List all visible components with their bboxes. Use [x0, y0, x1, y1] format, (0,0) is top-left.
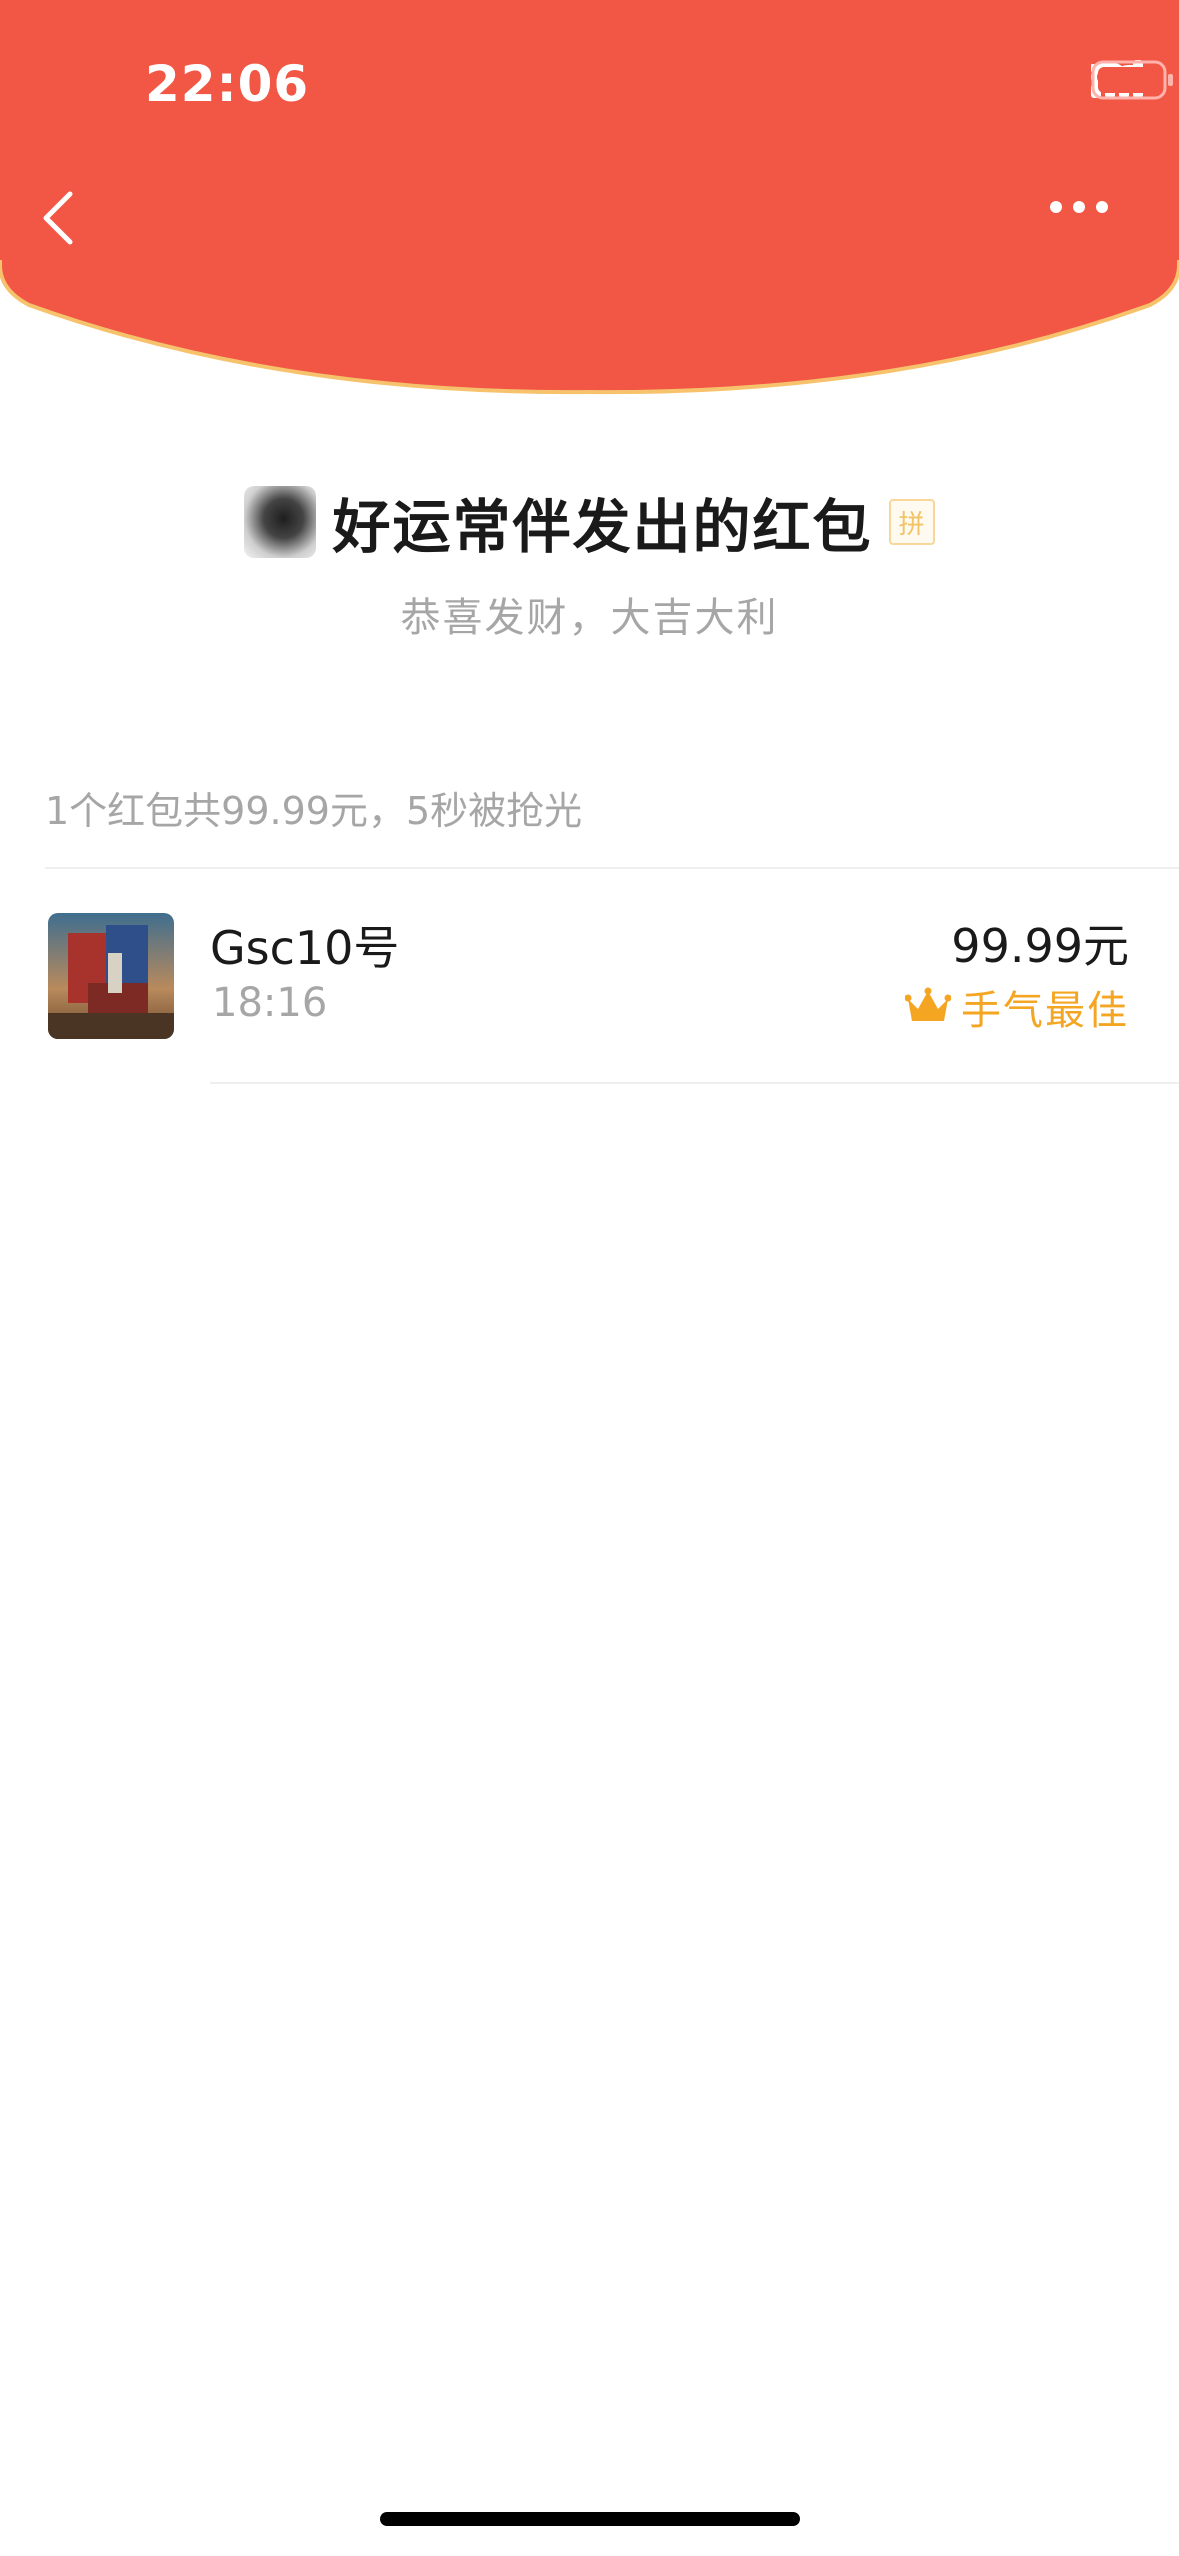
- sender-avatar[interactable]: [244, 486, 317, 558]
- crown-icon: [905, 987, 951, 1021]
- chevron-left-icon: [43, 191, 73, 245]
- sender-title: 好运常伴发出的红包: [332, 493, 873, 561]
- red-packet-header: 22:06: [0, 0, 1179, 400]
- divider: [45, 867, 1179, 869]
- pin-badge: 拼: [888, 499, 935, 545]
- recipient-name: Gsc10号: [210, 921, 400, 975]
- battery-icon: [1091, 60, 1173, 100]
- back-button[interactable]: [40, 190, 100, 260]
- ellipsis-icon: [1050, 201, 1108, 213]
- best-luck-label: 手气最佳: [961, 988, 1129, 1034]
- more-button[interactable]: [1049, 200, 1129, 260]
- avatar-image: [48, 913, 174, 1039]
- recipient-row[interactable]: Gsc10号 18:16 99.99元 手气最佳: [0, 870, 1179, 1085]
- recipient-avatar[interactable]: [48, 913, 174, 1039]
- status-time: 22:06: [145, 55, 310, 113]
- divider: [210, 1082, 1179, 1084]
- recipient-amount: 99.99元: [951, 919, 1129, 973]
- home-indicator[interactable]: [380, 2512, 800, 2526]
- packet-summary: 1个红包共99.99元，5秒被抢光: [45, 789, 583, 833]
- best-luck-tag: 手气最佳: [905, 978, 1129, 1036]
- recipient-time: 18:16: [212, 980, 328, 1026]
- greeting-text: 恭喜发财，大吉大利: [400, 595, 779, 641]
- sender-row: 好运常伴发出的红包 拼: [0, 480, 1179, 564]
